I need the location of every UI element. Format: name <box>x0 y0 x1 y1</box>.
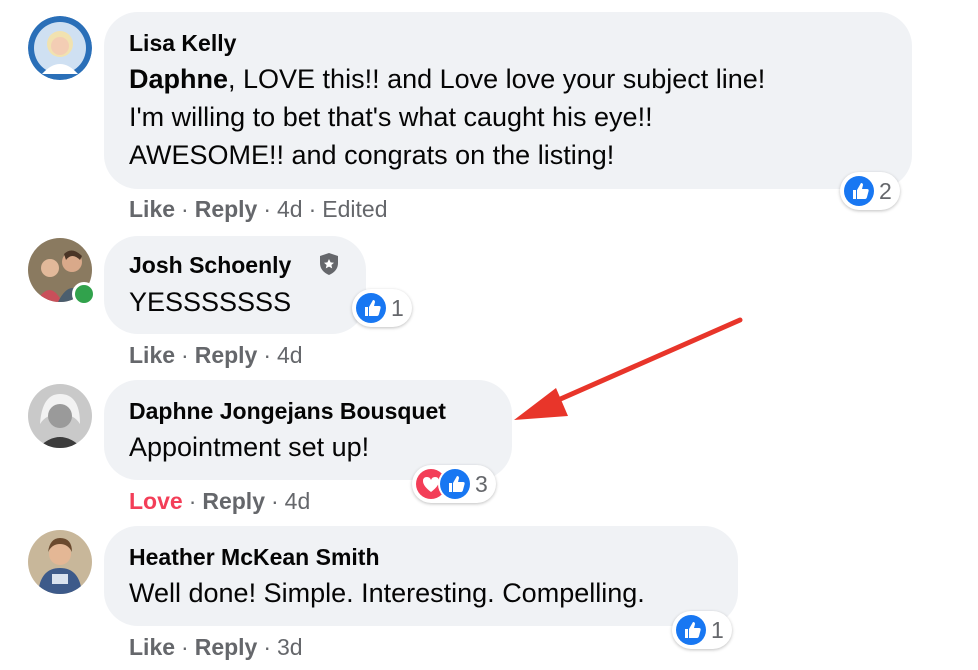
reaction-count: 1 <box>711 616 724 643</box>
comment-text: Well done! Simple. Interesting. Compelli… <box>129 578 645 608</box>
timestamp[interactable]: 4d <box>277 342 303 368</box>
like-button[interactable]: Like <box>129 342 175 368</box>
timestamp[interactable]: 4d <box>277 196 303 222</box>
like-icon <box>440 469 470 499</box>
like-icon <box>356 293 386 323</box>
avatar[interactable] <box>28 384 92 448</box>
comment-author[interactable]: Heather McKean Smith <box>129 544 380 571</box>
comment-actions: Like · Reply · 4d · Edited <box>129 196 388 223</box>
comment-line: I'm willing to bet that's what caught hi… <box>129 102 653 132</box>
edited-label[interactable]: Edited <box>322 196 387 222</box>
comment-actions: Like · Reply · 3d <box>129 634 303 661</box>
reply-button[interactable]: Reply <box>195 342 258 368</box>
like-button[interactable]: Like <box>129 196 175 222</box>
separator: · <box>188 488 197 514</box>
avatar[interactable] <box>28 530 92 594</box>
timestamp[interactable]: 3d <box>277 634 303 660</box>
annotation-arrow <box>514 317 743 420</box>
separator: · <box>181 634 189 660</box>
author-name[interactable]: Josh Schoenly <box>129 252 291 278</box>
like-icon <box>676 615 706 645</box>
reactions-summary[interactable]: 3 <box>412 465 496 503</box>
reply-button[interactable]: Reply <box>195 634 258 660</box>
reactions-summary[interactable]: 1 <box>672 611 732 649</box>
comment-author[interactable]: Lisa Kelly <box>129 30 236 57</box>
avatar[interactable] <box>28 16 92 80</box>
comment-text: Daphne, LOVE this!! and Love love your s… <box>129 60 765 174</box>
reaction-count: 1 <box>391 294 404 321</box>
separator: · <box>263 634 272 660</box>
reaction-count: 2 <box>879 177 892 204</box>
mention-link[interactable]: Daphne <box>129 64 228 94</box>
separator: · <box>271 488 279 514</box>
separator: · <box>263 196 272 222</box>
comment-actions: Love · Reply · 4d <box>129 488 310 515</box>
separator: · <box>181 342 189 368</box>
online-status-indicator <box>72 282 96 306</box>
separator: · <box>308 196 317 222</box>
comment-author[interactable]: Daphne Jongejans Bousquet <box>129 398 446 425</box>
comment-line: , LOVE this!! and Love love your subject… <box>228 64 766 94</box>
comment-author: Josh Schoenly <box>129 252 291 279</box>
reply-button[interactable]: Reply <box>202 488 265 514</box>
reaction-count: 3 <box>475 470 488 497</box>
comment-actions: Like · Reply · 4d <box>129 342 303 369</box>
reactions-summary[interactable]: 2 <box>840 172 900 210</box>
reply-button[interactable]: Reply <box>195 196 258 222</box>
separator: · <box>263 342 272 368</box>
love-button[interactable]: Love <box>129 488 183 514</box>
comment-text: Appointment set up! <box>129 432 370 462</box>
shield-icon <box>320 253 338 275</box>
timestamp[interactable]: 4d <box>285 488 311 514</box>
reactions-summary[interactable]: 1 <box>352 289 412 327</box>
comment-text: YESSSSSSS <box>129 287 292 317</box>
separator: · <box>181 196 189 222</box>
like-button[interactable]: Like <box>129 634 175 660</box>
comment-line: AWESOME!! and congrats on the listing! <box>129 140 615 170</box>
like-icon <box>844 176 874 206</box>
